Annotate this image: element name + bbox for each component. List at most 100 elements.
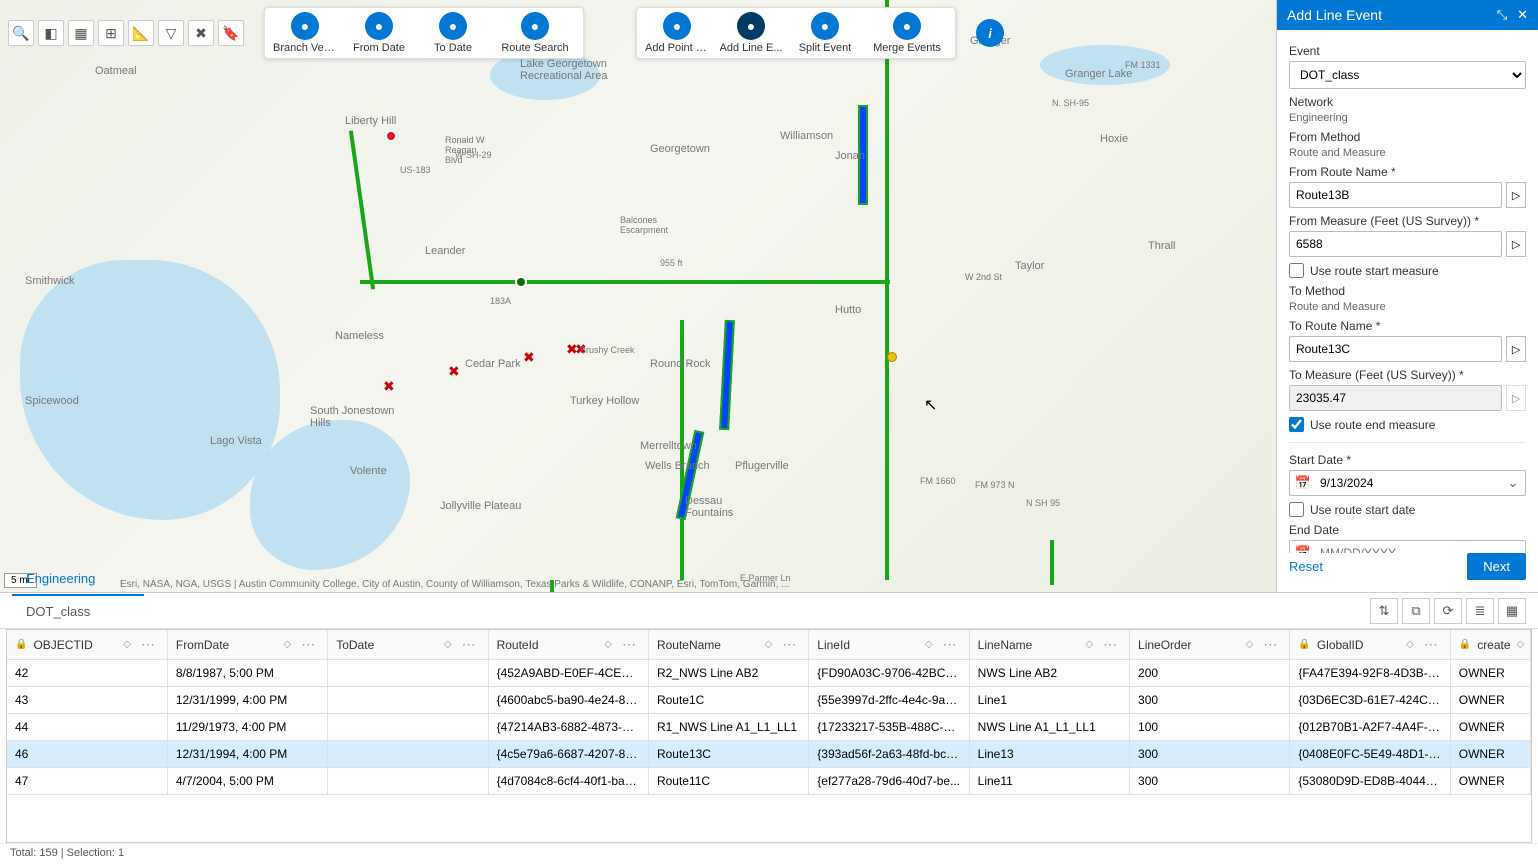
layout-icon[interactable]: ▦ [1498,598,1526,624]
collapse-icon[interactable]: ⤡ [1497,7,1507,23]
cell-objectid[interactable]: 46 [7,741,167,768]
clear-icon[interactable]: ✖ [188,20,214,46]
tool-routesearch[interactable]: ●Route Search [495,12,575,54]
from-route-pick-icon[interactable]: ▷ [1506,182,1526,208]
cell-todate[interactable] [328,741,488,768]
sort-icon[interactable]: ◇ [604,639,612,650]
from-measure-pick-icon[interactable]: ▷ [1506,231,1526,257]
start-date-input[interactable] [1316,471,1501,495]
cell-lineorder[interactable]: 300 [1130,687,1290,714]
column-menu-icon[interactable]: ⋯ [297,636,319,653]
column-menu-icon[interactable]: ⋯ [1420,636,1442,653]
cell-lineid[interactable]: {55e3997d-2ffc-4e4c-9a6... [809,687,969,714]
cell-routename[interactable]: Route1C [648,687,808,714]
next-button[interactable]: Next [1467,553,1526,580]
tool-branch[interactable]: ●Branch Vers... [273,12,337,54]
sort-icon[interactable]: ◇ [1246,639,1254,650]
cell-todate[interactable] [328,660,488,687]
column-routeid[interactable]: RouteId◇⋯ [488,630,648,660]
column-menu-icon[interactable]: ⋯ [939,636,961,653]
from-measure-input[interactable] [1289,231,1502,257]
column-linename[interactable]: LineName◇⋯ [969,630,1129,660]
cell-lineid[interactable]: {393ad56f-2a63-48fd-bc2... [809,741,969,768]
ruler-icon[interactable]: 📐 [128,20,154,46]
to-route-input[interactable] [1289,336,1502,362]
cell-globalid[interactable]: {012B70B1-A2F7-4A4F-9... [1290,714,1450,741]
event-select[interactable]: DOT_class [1289,61,1526,89]
cell-create[interactable]: OWNER [1450,687,1530,714]
cell-linename[interactable]: Line1 [969,687,1129,714]
sort-tool-icon[interactable]: ⇅ [1370,598,1398,624]
cell-todate[interactable] [328,714,488,741]
sort-icon[interactable]: ◇ [1517,639,1525,650]
search-icon[interactable]: 🔍 [8,20,34,46]
column-todate[interactable]: ToDate◇⋯ [328,630,488,660]
tab-engineering[interactable]: Engineering [12,563,144,596]
cell-routename[interactable]: R2_NWS Line AB2 [648,660,808,687]
sort-icon[interactable]: ◇ [925,639,933,650]
reset-button[interactable]: Reset [1289,559,1323,574]
table-row[interactable]: 4411/29/1973, 4:00 PM{47214AB3-6882-4873… [7,714,1531,741]
column-menu-icon[interactable]: ⋯ [618,636,640,653]
from-route-input[interactable] [1289,182,1502,208]
sort-icon[interactable]: ◇ [1085,639,1093,650]
column-create[interactable]: 🔒create◇⋯ [1450,630,1530,660]
cell-globalid[interactable]: {53080D9D-ED8B-4044-9... [1290,768,1450,795]
cell-objectid[interactable]: 43 [7,687,167,714]
column-menu-icon[interactable]: ⋯ [778,636,800,653]
tool-split[interactable]: ●Split Event [793,12,857,54]
column-fromdate[interactable]: FromDate◇⋯ [167,630,327,660]
cell-lineid[interactable]: {17233217-535B-488C-82... [809,714,969,741]
cell-linename[interactable]: Line13 [969,741,1129,768]
cell-linename[interactable]: NWS Line AB2 [969,660,1129,687]
tool-todate[interactable]: ●To Date [421,12,485,54]
column-globalid[interactable]: 🔒GlobalID◇⋯ [1290,630,1450,660]
from-start-checkbox-row[interactable]: Use route start measure [1289,263,1526,278]
cell-lineid[interactable]: {ef277a28-79d6-40d7-be... [809,768,969,795]
to-end-checkbox-row[interactable]: Use route end measure [1289,417,1526,432]
tool-merge[interactable]: ●Merge Events [867,12,947,54]
cell-globalid[interactable]: {03D6EC3D-61E7-424C-9... [1290,687,1450,714]
table-row[interactable]: 4612/31/1994, 4:00 PM {4c5e79a6-6687-4207… [7,741,1531,768]
end-date-input[interactable] [1316,541,1501,553]
layers-icon[interactable]: ◧ [38,20,64,46]
cell-routeid[interactable]: {4c5e79a6-6687-4207-8fd... [488,741,648,768]
table-row[interactable]: 428/8/1987, 5:00 PM{452A9ABD-E0EF-4CEB-B… [7,660,1531,687]
column-lineorder[interactable]: LineOrder◇⋯ [1130,630,1290,660]
cell-create[interactable]: OWNER [1450,714,1530,741]
cell-fromdate[interactable]: 8/8/1987, 5:00 PM [167,660,327,687]
attribute-grid[interactable]: 🔒OBJECTID◇⋯FromDate◇⋯ToDate◇⋯RouteId◇⋯Ro… [6,629,1532,843]
cell-fromdate[interactable]: 12/31/1994, 4:00 PM [167,741,327,768]
cell-todate[interactable] [328,687,488,714]
chevron-down-icon[interactable]: ⌄ [1501,475,1525,491]
cell-linename[interactable]: Line11 [969,768,1129,795]
cell-routeid[interactable]: {4600abc5-ba90-4e24-8a... [488,687,648,714]
start-date-checkbox-row[interactable]: Use route start date [1289,502,1526,517]
table-row[interactable]: 4312/31/1999, 4:00 PM {4600abc5-ba90-4e24… [7,687,1531,714]
grid-icon[interactable]: ⊞ [98,20,124,46]
cell-globalid[interactable]: {0408E0FC-5E49-48D1-A... [1290,741,1450,768]
cell-objectid[interactable]: 44 [7,714,167,741]
sort-icon[interactable]: ◇ [444,639,452,650]
cell-lineorder[interactable]: 100 [1130,714,1290,741]
sort-icon[interactable]: ◇ [284,639,292,650]
column-objectid[interactable]: 🔒OBJECTID◇⋯ [7,630,167,660]
cell-lineorder[interactable]: 300 [1130,768,1290,795]
column-menu-icon[interactable]: ⋯ [1259,636,1281,653]
from-start-checkbox[interactable] [1289,263,1304,278]
sort-icon[interactable]: ◇ [765,639,773,650]
cell-fromdate[interactable]: 12/31/1999, 4:00 PM [167,687,327,714]
cell-fromdate[interactable]: 11/29/1973, 4:00 PM [167,714,327,741]
to-measure-input[interactable] [1289,385,1502,411]
start-date-row[interactable]: 📅 ⌄ [1289,470,1526,496]
refresh-icon[interactable]: ⟳ [1434,598,1462,624]
tool-fromdate[interactable]: ●From Date [347,12,411,54]
chevron-down-icon[interactable]: ⌄ [1501,545,1525,553]
cell-create[interactable]: OWNER [1450,768,1530,795]
cell-routeid[interactable]: {4d7084c8-6cf4-40f1-ba3... [488,768,648,795]
column-menu-icon[interactable]: ⋯ [137,636,159,653]
column-lineid[interactable]: LineId◇⋯ [809,630,969,660]
cell-linename[interactable]: NWS Line A1_L1_LL1 [969,714,1129,741]
cell-create[interactable]: OWNER [1450,741,1530,768]
cell-lineorder[interactable]: 300 [1130,741,1290,768]
